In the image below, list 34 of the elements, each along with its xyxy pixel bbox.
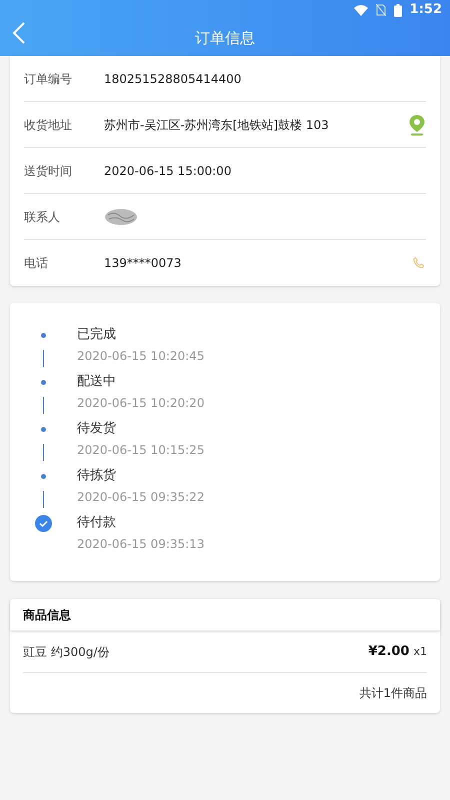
- status-time: 2020-06-15 09:35:22: [77, 489, 204, 506]
- field-label: 订单编号: [24, 70, 73, 88]
- field-label: 联系人: [24, 208, 61, 226]
- wifi-icon: [354, 4, 368, 16]
- status-time: 2020-06-15 10:20:20: [77, 395, 204, 412]
- status-label: 配送中: [77, 373, 117, 391]
- status-time: 2020-06-15 10:20:45: [77, 348, 204, 365]
- field-value: 苏州市-吴江区-苏州湾东[地铁站]鼓楼 103: [104, 116, 330, 134]
- back-icon: [12, 21, 26, 45]
- status-time: 1:52: [410, 1, 442, 20]
- status-label: 待付款: [77, 514, 117, 532]
- product-price: ¥2.00: [368, 642, 410, 661]
- field-label: 送货时间: [24, 162, 73, 180]
- status-time: 2020-06-15 09:35:13: [77, 536, 204, 553]
- field-label: 收货地址: [24, 116, 73, 134]
- product-name: 豇豆 约300g/份: [23, 644, 110, 660]
- product-quantity: x1: [413, 644, 427, 660]
- status-label: 待拣货: [77, 467, 117, 485]
- total-count: 共计1件商品: [359, 685, 427, 702]
- status-label: 已完成: [77, 326, 117, 344]
- battery-icon: [394, 4, 402, 16]
- status-label: 待发货: [77, 420, 117, 438]
- section-title: 商品信息: [23, 606, 71, 624]
- back-button[interactable]: [12, 21, 26, 45]
- page-title: 订单信息: [195, 28, 255, 49]
- field-value: 2020-06-15 15:00:00: [104, 162, 232, 180]
- status-time: 2020-06-15 10:15:25: [77, 442, 204, 459]
- field-value: 180251528805414400: [104, 70, 242, 88]
- field-value: 139****0073: [104, 255, 182, 272]
- location-pin-icon[interactable]: [408, 114, 426, 136]
- phone-icon[interactable]: [412, 256, 426, 270]
- no-sim-icon: [376, 4, 386, 16]
- redacted-scribble-drawing: [104, 206, 138, 226]
- field-label: 电话: [24, 255, 49, 272]
